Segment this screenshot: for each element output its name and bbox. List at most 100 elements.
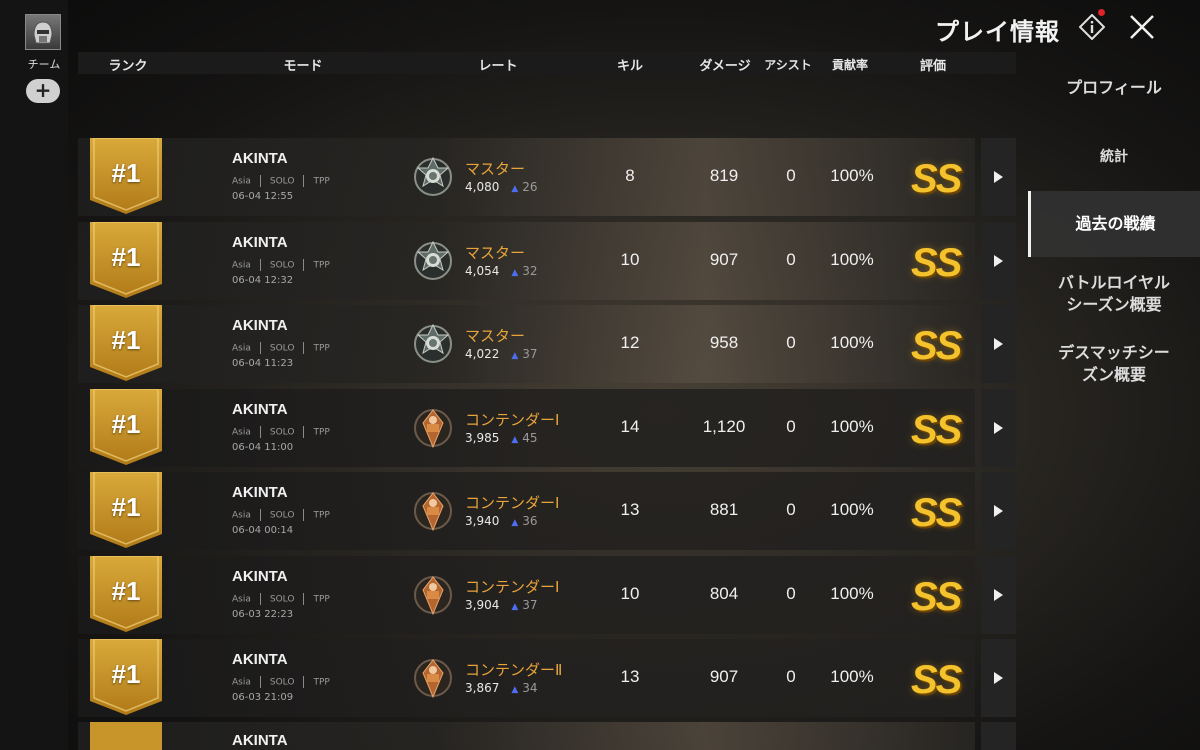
view-label: TPP	[313, 260, 330, 271]
region-label: Asia	[232, 427, 251, 438]
page-title: プレイ情報	[935, 18, 1060, 46]
damage-value: 907	[709, 250, 739, 269]
damage-value: 907	[709, 667, 739, 686]
match-detail-button[interactable]	[981, 722, 1016, 750]
match-row-partial[interactable]: AKINTA	[78, 722, 1016, 750]
match-detail-button[interactable]	[981, 222, 1016, 300]
info-icon[interactable]	[1079, 14, 1105, 40]
nav-stats[interactable]: 統計	[1028, 146, 1200, 168]
rate-up-icon: ▲	[511, 518, 519, 528]
nav-profile[interactable]: プロフィール	[1028, 77, 1200, 99]
match-detail-button[interactable]	[981, 305, 1016, 383]
match-row[interactable]: #1 AKINTA Asia SOLO TPP 06-04 12:55 マスター 4…	[78, 138, 1016, 216]
play-icon	[994, 672, 1003, 684]
mode-label: SOLO	[269, 510, 295, 521]
play-icon	[994, 255, 1003, 267]
rate-points: 4,022	[465, 347, 500, 361]
play-icon	[994, 338, 1003, 350]
column-assist: アシスト	[764, 58, 812, 72]
row-background	[78, 722, 975, 750]
team-label: チーム	[27, 58, 61, 71]
tier-icon	[414, 409, 452, 449]
tier-icon	[414, 492, 452, 532]
match-row[interactable]: #1 AKINTA Asia SOLO TPP 06-04 00:14 コンテンダー…	[78, 472, 1016, 550]
nav-match-history[interactable]: 過去の戦績	[1028, 191, 1200, 257]
player-name: AKINTA	[232, 568, 288, 585]
grade-badge: SS	[911, 157, 962, 201]
rate-value: 3,940 ▲ 36	[465, 514, 538, 528]
kills-value: 10	[620, 584, 640, 603]
column-mode: モード	[283, 59, 323, 74]
column-rate: レート	[478, 59, 518, 74]
match-detail-button[interactable]	[981, 639, 1016, 717]
region-label: Asia	[232, 343, 251, 354]
rate-value: 3,985 ▲ 45	[465, 431, 538, 445]
mode-label: SOLO	[269, 677, 295, 688]
tier-icon	[414, 323, 452, 363]
contribution-value: 100%	[830, 584, 874, 603]
close-icon[interactable]	[1128, 13, 1156, 41]
play-icon	[994, 422, 1003, 434]
match-detail-button[interactable]	[981, 556, 1016, 634]
match-detail-button[interactable]	[981, 472, 1016, 550]
assist-value: 0	[786, 166, 796, 185]
rate-delta: 37	[522, 598, 538, 612]
match-mode: Asia SOLO TPP	[232, 259, 330, 271]
region-label: Asia	[232, 510, 251, 521]
rank-value: #1	[111, 158, 141, 188]
match-date: 06-04 00:14	[232, 525, 294, 536]
match-row[interactable]: #1 AKINTA Asia SOLO TPP 06-03 21:09 コンテンダー…	[78, 639, 1016, 717]
match-detail-button[interactable]	[981, 389, 1016, 467]
assist-value: 0	[786, 667, 796, 686]
tier-name: コンテンダーⅡ	[465, 661, 563, 679]
play-icon	[994, 589, 1003, 601]
rate-points: 3,867	[465, 681, 500, 695]
region-label: Asia	[232, 677, 251, 688]
rate-delta: 45	[522, 431, 538, 445]
match-date: 06-04 12:55	[232, 191, 294, 202]
rate-points: 3,904	[465, 598, 500, 612]
rate-value: 4,022 ▲ 37	[465, 347, 538, 361]
match-row[interactable]: #1 AKINTA Asia SOLO TPP 06-04 11:00 コンテンダー…	[78, 389, 1016, 467]
notification-dot	[1098, 9, 1105, 16]
mode-label: SOLO	[269, 594, 295, 605]
column-kills: キル	[616, 59, 644, 74]
play-icon	[994, 505, 1003, 517]
column-grade: 評価	[919, 59, 947, 74]
contribution-value: 100%	[830, 250, 874, 269]
nav-dm-season-summary[interactable]: デスマッチシー ズン概要	[1028, 342, 1200, 386]
match-row[interactable]: #1 AKINTA Asia SOLO TPP 06-03 22:23 コンテンダー…	[78, 556, 1016, 634]
region-label: Asia	[232, 260, 251, 271]
rank-value: #1	[111, 659, 141, 689]
kills-value: 14	[620, 417, 640, 436]
rate-delta: 36	[522, 514, 538, 528]
match-mode: Asia SOLO TPP	[232, 676, 330, 688]
tier-name: コンテンダーⅠ	[465, 578, 560, 596]
add-team-button[interactable]: +	[26, 79, 60, 103]
view-label: TPP	[313, 343, 330, 354]
player-name: AKINTA	[232, 234, 288, 251]
rate-delta: 32	[522, 264, 538, 278]
grade-badge: SS	[911, 241, 962, 285]
match-row[interactable]: #1 AKINTA Asia SOLO TPP 06-04 11:23 マスター 4…	[78, 305, 1016, 383]
rate-points: 3,940	[465, 514, 500, 528]
kills-value: 12	[620, 333, 640, 352]
tier-name: コンテンダーⅠ	[465, 411, 560, 429]
tier-icon	[414, 576, 452, 616]
assist-value: 0	[786, 250, 796, 269]
match-date: 06-04 11:00	[232, 442, 294, 453]
match-date: 06-03 22:23	[232, 609, 294, 620]
match-row[interactable]: #1 AKINTA Asia SOLO TPP 06-04 12:32 マスター 4…	[78, 222, 1016, 300]
view-label: TPP	[313, 510, 330, 521]
avatar[interactable]	[25, 14, 61, 50]
match-mode: Asia SOLO TPP	[232, 509, 330, 521]
mode-label: SOLO	[269, 343, 295, 354]
rate-up-icon: ▲	[511, 184, 519, 194]
nav-br-season-summary[interactable]: バトルロイヤル シーズン概要	[1028, 272, 1200, 316]
damage-value: 958	[709, 333, 739, 352]
contribution-value: 100%	[830, 166, 874, 185]
rank-badge-icon	[90, 722, 162, 750]
region-label: Asia	[232, 594, 251, 605]
match-detail-button[interactable]	[981, 138, 1016, 216]
match-mode: Asia SOLO TPP	[232, 175, 330, 187]
